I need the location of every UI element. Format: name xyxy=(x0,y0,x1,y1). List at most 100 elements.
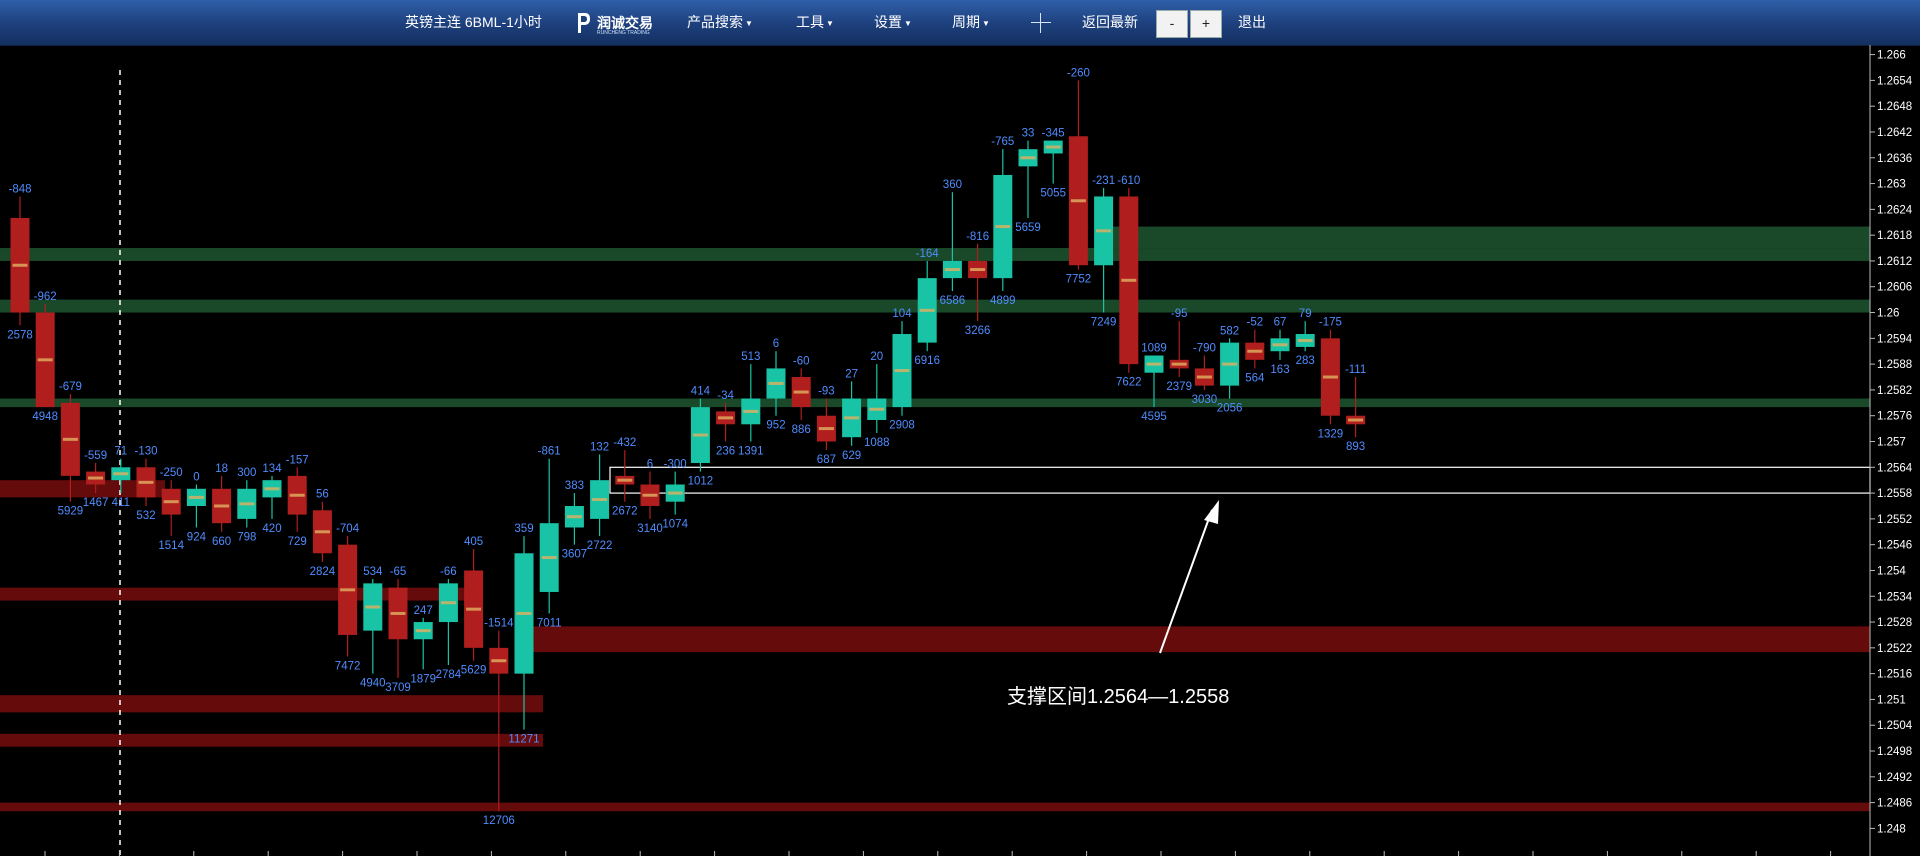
candle-top-label: 56 xyxy=(316,489,329,501)
arrow-head xyxy=(1204,500,1219,524)
zoom-in-button[interactable]: + xyxy=(1190,10,1222,38)
candle-bottom-label: 1329 xyxy=(1318,428,1344,440)
candle-bottom-label: 3266 xyxy=(965,325,991,337)
instrument-title: 英镑主连 6BML-1小时 xyxy=(405,14,542,30)
candle-top-label: -300 xyxy=(664,459,687,471)
price-tick-label: 1.263 xyxy=(1877,179,1906,191)
candle-bottom-label: 3030 xyxy=(1192,394,1218,406)
candle-marker xyxy=(692,433,708,437)
price-tick-label: 1.257 xyxy=(1877,437,1906,449)
candle-marker xyxy=(1020,156,1036,160)
price-tick-label: 1.2582 xyxy=(1877,385,1912,397)
candle-bottom-label: 2824 xyxy=(310,566,336,578)
candle-bottom-label: 4899 xyxy=(990,295,1016,307)
candle-bottom-label: 2056 xyxy=(1217,403,1243,415)
price-tick-label: 1.2534 xyxy=(1877,591,1913,603)
candle-bottom-label: 1074 xyxy=(662,519,688,531)
candle-marker xyxy=(1121,278,1137,282)
candle-marker xyxy=(566,515,582,519)
candle-marker xyxy=(718,416,734,420)
candle-marker xyxy=(314,530,330,534)
price-tick-label: 1.251 xyxy=(1877,694,1906,706)
candle-top-label: -679 xyxy=(59,381,82,393)
candle-marker xyxy=(264,487,280,491)
candle-top-label: -432 xyxy=(613,437,636,449)
settings-menu[interactable]: 设置 ▼ xyxy=(874,0,912,45)
candle-bottom-label: 729 xyxy=(288,536,307,548)
candle-top-label: 6 xyxy=(773,338,779,350)
candle-marker xyxy=(642,493,658,497)
candle-bottom-label: 5629 xyxy=(461,665,487,677)
candle-bottom-label: 2908 xyxy=(889,420,915,432)
candle-marker xyxy=(1222,362,1238,366)
logo-subtext: RUNCHENG TRADING xyxy=(597,30,650,36)
zoom-out-button[interactable]: - xyxy=(1156,10,1188,38)
price-tick-label: 1.2552 xyxy=(1877,514,1912,526)
candle-bottom-label: 629 xyxy=(842,450,861,462)
candle-top-label: -260 xyxy=(1067,67,1090,79)
price-tick-label: 1.2558 xyxy=(1877,488,1912,500)
period-menu[interactable]: 周期 ▼ xyxy=(952,0,990,45)
candle-bottom-label: 163 xyxy=(1270,364,1289,376)
crosshair-icon[interactable] xyxy=(1031,13,1051,33)
resistance-zone xyxy=(0,802,1870,812)
support-annotation: 支撑区间1.2564—1.2558 xyxy=(1007,686,1230,708)
support-box xyxy=(609,466,1871,494)
candle-marker xyxy=(12,263,28,267)
candle-top-label: 360 xyxy=(943,179,962,191)
candle-marker xyxy=(88,476,104,480)
candle-marker xyxy=(743,409,759,413)
candle-marker xyxy=(667,491,683,495)
candle-top-label: -765 xyxy=(991,136,1014,148)
candlestick-chart[interactable]: -848 2578 -962 4948 -679 5929 -559 1467 71 411 -13… xyxy=(0,45,1920,856)
candle-marker xyxy=(289,493,305,497)
candle-top-label: -34 xyxy=(717,390,734,402)
back-to-latest-button[interactable]: 返回最新 xyxy=(1082,0,1138,45)
resistance-zone xyxy=(0,733,543,747)
product-search-menu[interactable]: 产品搜索 ▼ xyxy=(687,0,753,45)
candle-top-label: -65 xyxy=(390,566,407,578)
support-zone xyxy=(0,398,1870,408)
candle-top-label: -610 xyxy=(1117,175,1140,187)
candle-top-label: -816 xyxy=(966,231,989,243)
price-tick-label: 1.254 xyxy=(1877,565,1906,577)
candle-bottom-label: 798 xyxy=(237,531,256,543)
candle-marker xyxy=(214,504,230,508)
price-tick-label: 1.2522 xyxy=(1877,643,1912,655)
candle-top-label: 1089 xyxy=(1141,343,1167,355)
candle-bottom-label: 1088 xyxy=(864,437,890,449)
price-tick-label: 1.2546 xyxy=(1877,540,1912,552)
price-tick-label: 1.2588 xyxy=(1877,359,1912,371)
candle-marker xyxy=(1096,229,1112,233)
candle-top-label: 247 xyxy=(414,605,433,617)
candle-marker xyxy=(1247,349,1263,353)
candle-marker xyxy=(995,225,1011,229)
candle-top-label: 132 xyxy=(590,441,609,453)
candle-bottom-label: 3140 xyxy=(637,523,663,535)
candle-marker xyxy=(617,478,633,482)
candle-bottom-label: 411 xyxy=(112,497,130,509)
price-tick-label: 1.2504 xyxy=(1877,720,1913,732)
logout-button[interactable]: 退出 xyxy=(1238,0,1266,45)
candle-top-label: -130 xyxy=(134,446,157,458)
candle-bottom-label: 924 xyxy=(187,531,207,543)
price-tick-label: 1.2624 xyxy=(1877,204,1913,216)
tools-menu[interactable]: 工具 ▼ xyxy=(796,0,834,45)
candle-top-label: -962 xyxy=(34,291,57,303)
candle-top-label: -175 xyxy=(1319,317,1342,329)
candle-top-label: 67 xyxy=(1274,317,1287,329)
candle-bottom-label: 7249 xyxy=(1091,317,1117,329)
candle-marker xyxy=(1272,343,1288,347)
candle-marker xyxy=(390,611,406,615)
candle-top-label: 582 xyxy=(1220,325,1239,337)
candle-marker xyxy=(1322,375,1338,379)
candle-top-label: -95 xyxy=(1171,308,1188,320)
candle-top-label: 79 xyxy=(1299,308,1312,320)
price-tick-label: 1.2606 xyxy=(1877,282,1912,294)
candle-marker xyxy=(844,416,860,420)
candle-bottom-label: 7472 xyxy=(335,660,361,672)
candle-top-label: -164 xyxy=(916,248,940,260)
candle-top-label: 20 xyxy=(870,351,883,363)
candle-top-label: 405 xyxy=(464,536,483,548)
candle-marker xyxy=(62,437,78,441)
